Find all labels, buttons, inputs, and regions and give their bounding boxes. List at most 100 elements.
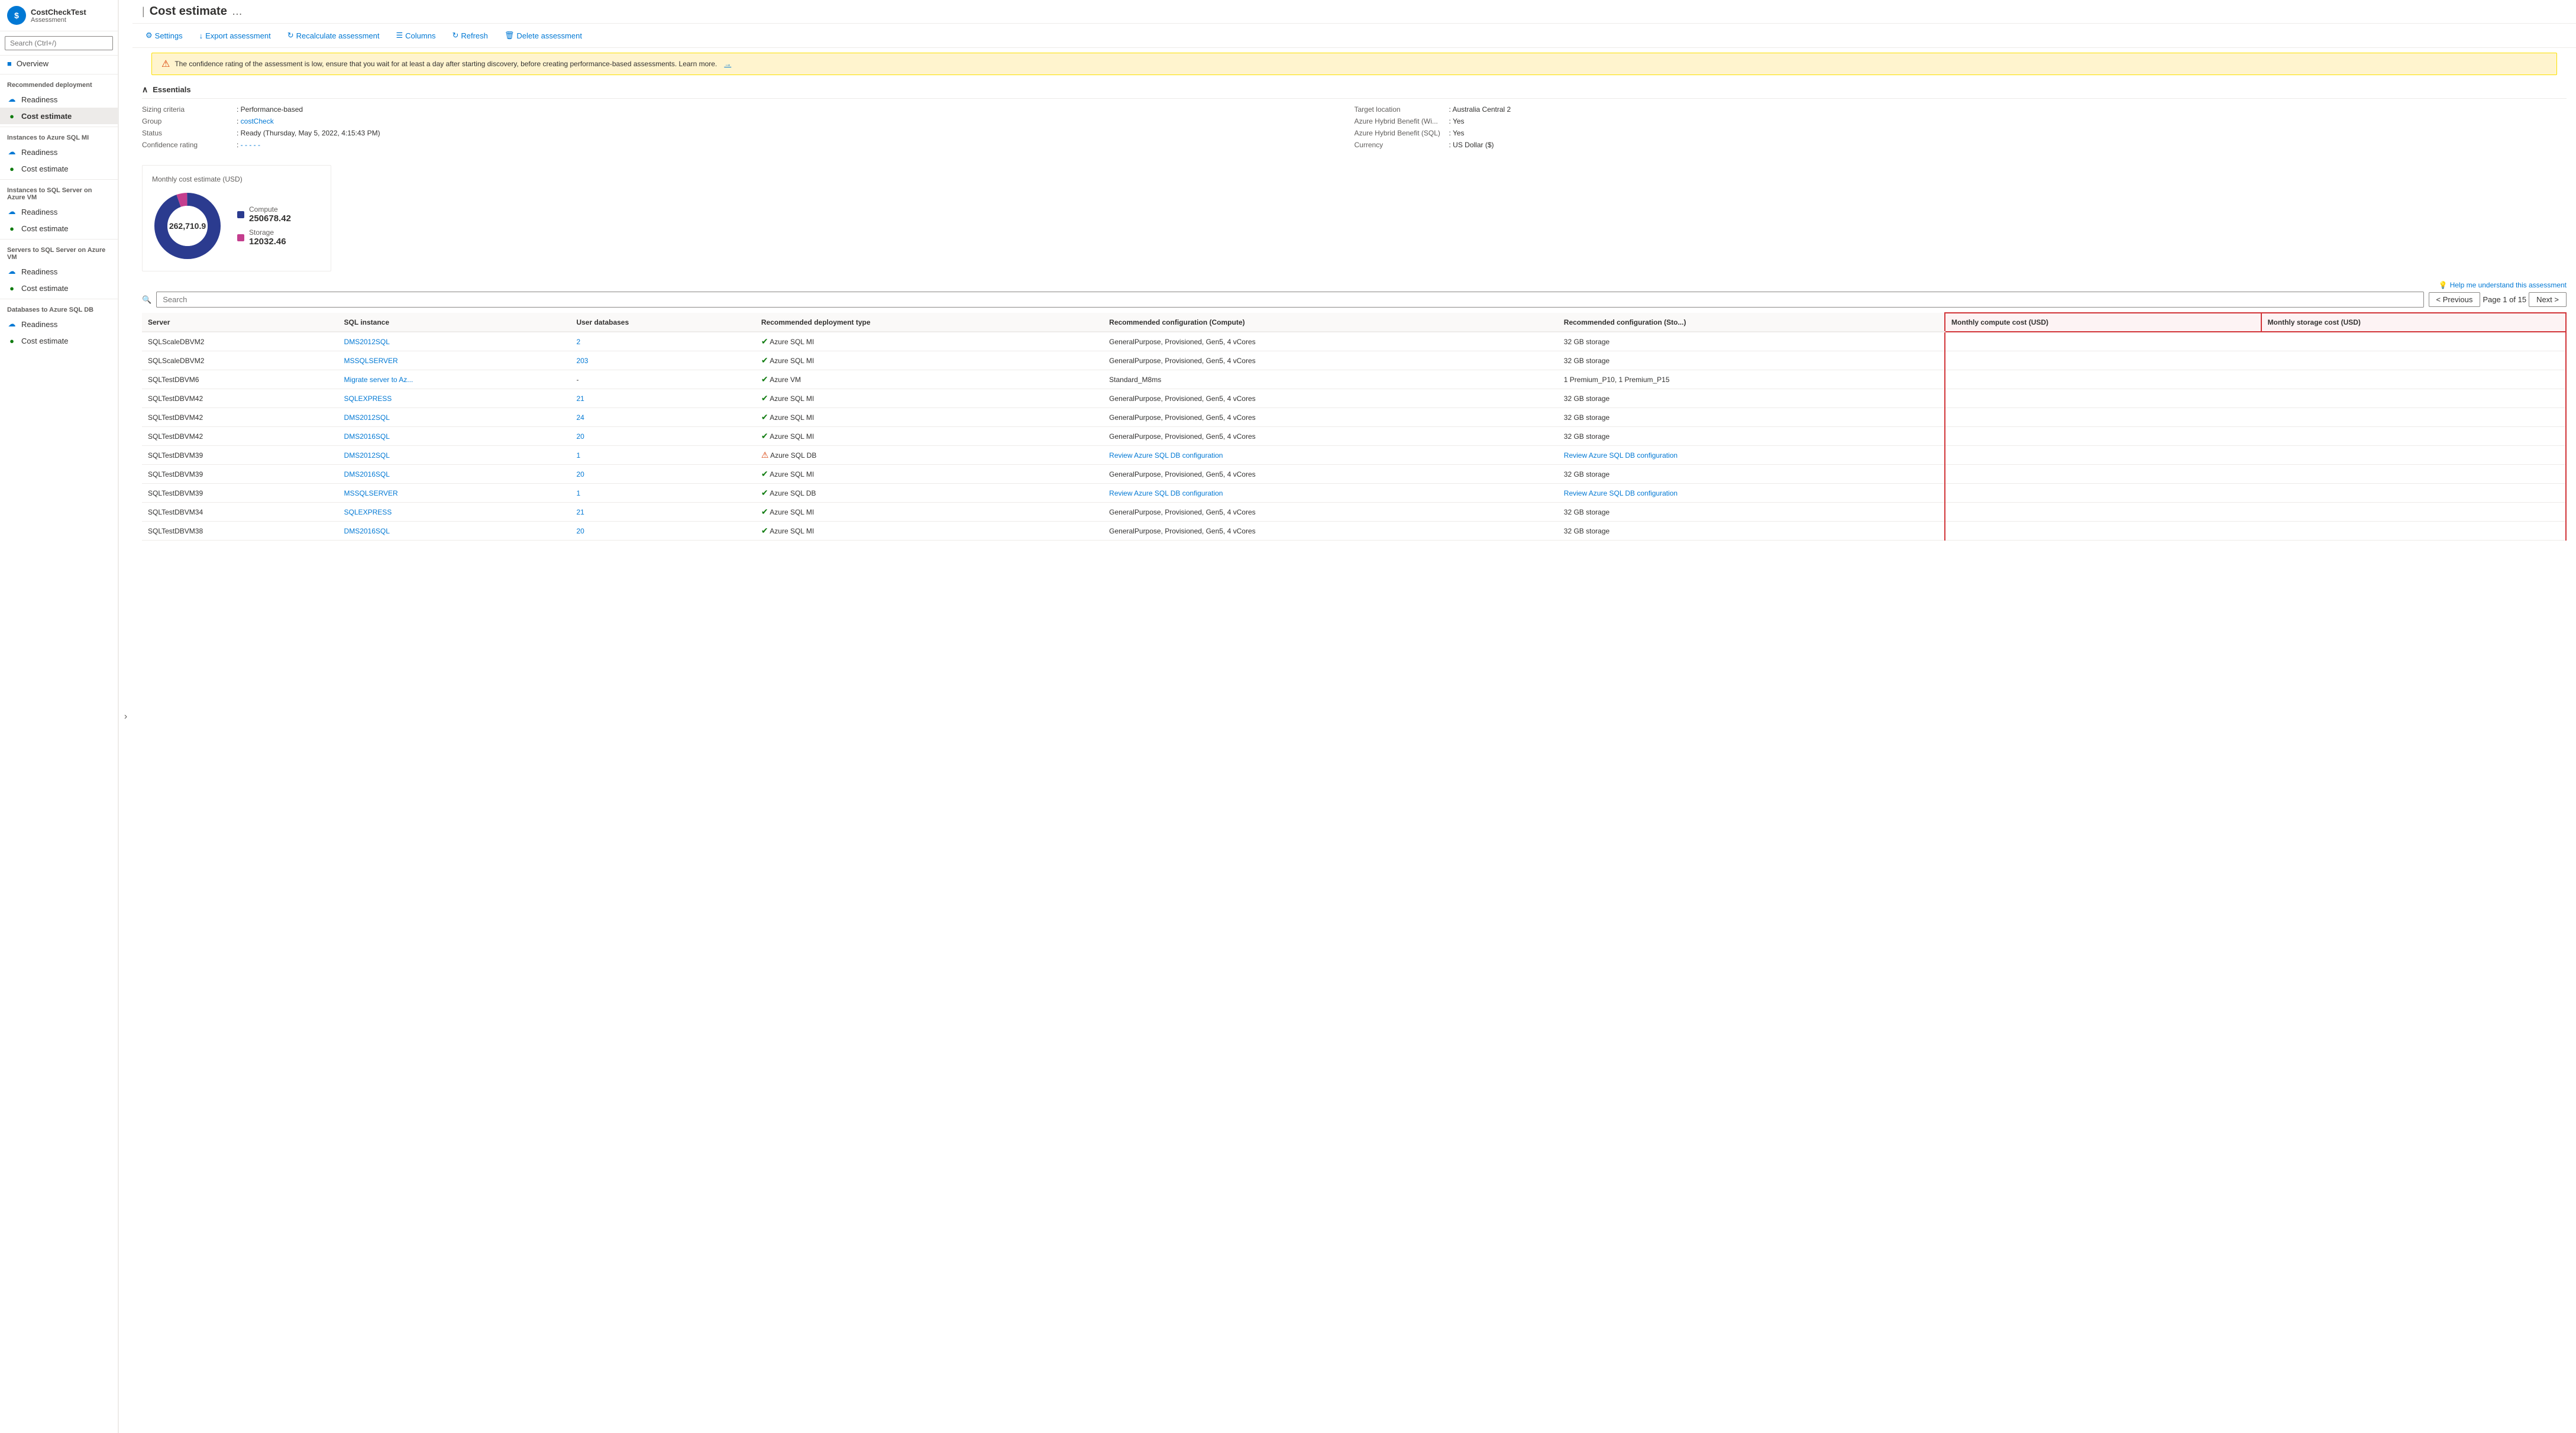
essentials-row-sizing: Sizing criteria : Performance-based <box>142 103 1355 115</box>
next-button[interactable]: Next > <box>2529 292 2567 307</box>
cell-sql-instance: SQLEXPRESS <box>338 503 571 522</box>
previous-button[interactable]: < Previous <box>2429 292 2481 307</box>
cell-monthly-storage <box>2261 427 2566 446</box>
table-row: SQLScaleDBVM2 MSSQLSERVER 203 ✔ Azure SQ… <box>142 351 2566 370</box>
col-sql-instance[interactable]: SQL instance <box>338 313 571 332</box>
donut-chart: 262,710.9 <box>152 190 223 261</box>
help-link[interactable]: 💡 Help me understand this assessment <box>142 281 2567 289</box>
compute-config-value: GeneralPurpose, Provisioned, Gen5, 4 vCo… <box>1109 470 1255 478</box>
sidebar-collapse-button[interactable]: › <box>118 0 132 1433</box>
chart-area: 262,710.9 Compute 250678.42 Storage <box>152 190 321 261</box>
sql-instance-link[interactable]: DMS2016SQL <box>344 432 390 441</box>
user-db-link[interactable]: 20 <box>576 470 584 478</box>
cell-sql-instance: DMS2012SQL <box>338 332 571 351</box>
export-button[interactable]: ↓ Export assessment <box>196 29 274 43</box>
recalculate-button[interactable]: ↻ Recalculate assessment <box>284 28 383 43</box>
sidebar-item-readiness-2[interactable]: ☁ Readiness <box>0 144 118 160</box>
table-header-row: Server SQL instance User databases Recom… <box>142 313 2566 332</box>
compute-config-link[interactable]: Review Azure SQL DB configuration <box>1109 451 1223 460</box>
sql-instance-link[interactable]: Migrate server to Az... <box>344 376 413 384</box>
compute-config-link[interactable]: Review Azure SQL DB configuration <box>1109 489 1223 497</box>
user-db-link[interactable]: 1 <box>576 489 580 497</box>
columns-button[interactable]: ☰ Columns <box>393 28 439 43</box>
green-circle-icon-2: ● <box>7 164 17 173</box>
more-options-icon[interactable]: … <box>232 5 243 18</box>
sql-instance-link[interactable]: SQLEXPRESS <box>344 508 392 516</box>
essentials-header[interactable]: ∧ Essentials <box>142 80 2567 99</box>
user-db-link[interactable]: 24 <box>576 413 584 422</box>
sidebar-item-overview[interactable]: ■ Overview <box>0 56 118 72</box>
cell-storage-config: 32 GB storage <box>1558 351 1945 370</box>
compute-color-swatch <box>237 211 244 218</box>
warning-text: The confidence rating of the assessment … <box>174 60 717 68</box>
sql-instance-link[interactable]: SQLEXPRESS <box>344 394 392 403</box>
sizing-label: Sizing criteria <box>142 105 237 114</box>
sql-instance-link[interactable]: DMS2012SQL <box>344 413 390 422</box>
refresh-button[interactable]: ↻ Refresh <box>448 28 491 43</box>
user-db-link[interactable]: 1 <box>576 451 580 460</box>
warning-learn-more[interactable]: → <box>724 60 731 68</box>
user-db-link[interactable]: 20 <box>576 527 584 535</box>
status-value: : Ready (Thursday, May 5, 2022, 4:15:43 … <box>237 129 380 137</box>
sidebar-item-cost-estimate-2[interactable]: ● Cost estimate <box>0 160 118 177</box>
green-circle-icon-4: ● <box>7 283 17 293</box>
cell-monthly-compute <box>1945 370 2261 389</box>
confidence-link[interactable]: - - - - - <box>241 141 260 149</box>
cell-user-databases: - <box>570 370 755 389</box>
storage-config-value: 32 GB storage <box>1564 357 1609 365</box>
user-db-link[interactable]: 2 <box>576 338 580 346</box>
user-db-link[interactable]: 21 <box>576 508 584 516</box>
bulb-icon: 💡 <box>2439 281 2448 289</box>
user-db-link[interactable]: 21 <box>576 394 584 403</box>
col-monthly-compute[interactable]: Monthly compute cost (USD) <box>1945 313 2261 332</box>
cell-monthly-storage <box>2261 503 2566 522</box>
col-compute-config[interactable]: Recommended configuration (Compute) <box>1103 313 1558 332</box>
cell-monthly-compute <box>1945 465 2261 484</box>
storage-config-value: 1 Premium_P10, 1 Premium_P15 <box>1564 376 1670 384</box>
sidebar-item-cost-estimate-1[interactable]: ● Cost estimate <box>0 108 118 124</box>
settings-button[interactable]: ⚙ Settings <box>142 28 186 43</box>
storage-config-value: 32 GB storage <box>1564 394 1609 403</box>
sidebar-item-cost-estimate-5[interactable]: ● Cost estimate <box>0 332 118 349</box>
sql-instance-link[interactable]: MSSQLSERVER <box>344 489 398 497</box>
storage-config-link[interactable]: Review Azure SQL DB configuration <box>1564 451 1678 460</box>
col-monthly-storage[interactable]: Monthly storage cost (USD) <box>2261 313 2566 332</box>
status-icon-warning: ⚠ <box>761 450 769 460</box>
user-db-link[interactable]: 203 <box>576 357 588 365</box>
cloud-icon-2: ☁ <box>7 147 17 157</box>
status-icon-green: ✔ <box>761 526 768 535</box>
sql-instance-link[interactable]: MSSQLSERVER <box>344 357 398 365</box>
divider-3 <box>0 179 118 180</box>
sidebar-item-cost-estimate-3[interactable]: ● Cost estimate <box>0 220 118 237</box>
col-user-databases[interactable]: User databases <box>570 313 755 332</box>
sidebar-item-cost-estimate-4[interactable]: ● Cost estimate <box>0 280 118 296</box>
col-storage-config[interactable]: Recommended configuration (Sto...) <box>1558 313 1945 332</box>
sizing-value: : Performance-based <box>237 105 303 114</box>
compute-config-value: GeneralPurpose, Provisioned, Gen5, 4 vCo… <box>1109 357 1255 365</box>
group-link[interactable]: costCheck <box>241 117 274 125</box>
sidebar-item-readiness-3[interactable]: ☁ Readiness <box>0 203 118 220</box>
table-wrapper: Server SQL instance User databases Recom… <box>142 312 2567 541</box>
sql-instance-link[interactable]: DMS2016SQL <box>344 527 390 535</box>
sql-instance-link[interactable]: DMS2016SQL <box>344 470 390 478</box>
cell-compute-config: Standard_M8ms <box>1103 370 1558 389</box>
table-row: SQLTestDBVM6 Migrate server to Az... - ✔… <box>142 370 2566 389</box>
delete-button[interactable]: 🗑 Delete assessment <box>501 28 586 43</box>
cell-server: SQLTestDBVM42 <box>142 389 338 408</box>
cell-deployment-type: ✔ Azure SQL MI <box>755 332 1103 351</box>
table-search-input[interactable] <box>156 292 2423 308</box>
status-icon-green: ✔ <box>761 412 768 422</box>
warning-bar: ⚠ The confidence rating of the assessmen… <box>151 53 2557 75</box>
sql-instance-link[interactable]: DMS2012SQL <box>344 451 390 460</box>
sql-instance-link[interactable]: DMS2012SQL <box>344 338 390 346</box>
col-deployment-type[interactable]: Recommended deployment type <box>755 313 1103 332</box>
storage-config-link[interactable]: Review Azure SQL DB configuration <box>1564 489 1678 497</box>
compute-config-value: GeneralPurpose, Provisioned, Gen5, 4 vCo… <box>1109 432 1255 441</box>
col-server[interactable]: Server <box>142 313 338 332</box>
sidebar-item-readiness-4[interactable]: ☁ Readiness <box>0 263 118 280</box>
sidebar-item-readiness-1[interactable]: ☁ Readiness <box>0 91 118 108</box>
search-input[interactable] <box>5 36 113 50</box>
sidebar-item-readiness-5[interactable]: ☁ Readiness <box>0 316 118 332</box>
user-db-link[interactable]: 20 <box>576 432 584 441</box>
cell-monthly-compute <box>1945 484 2261 503</box>
